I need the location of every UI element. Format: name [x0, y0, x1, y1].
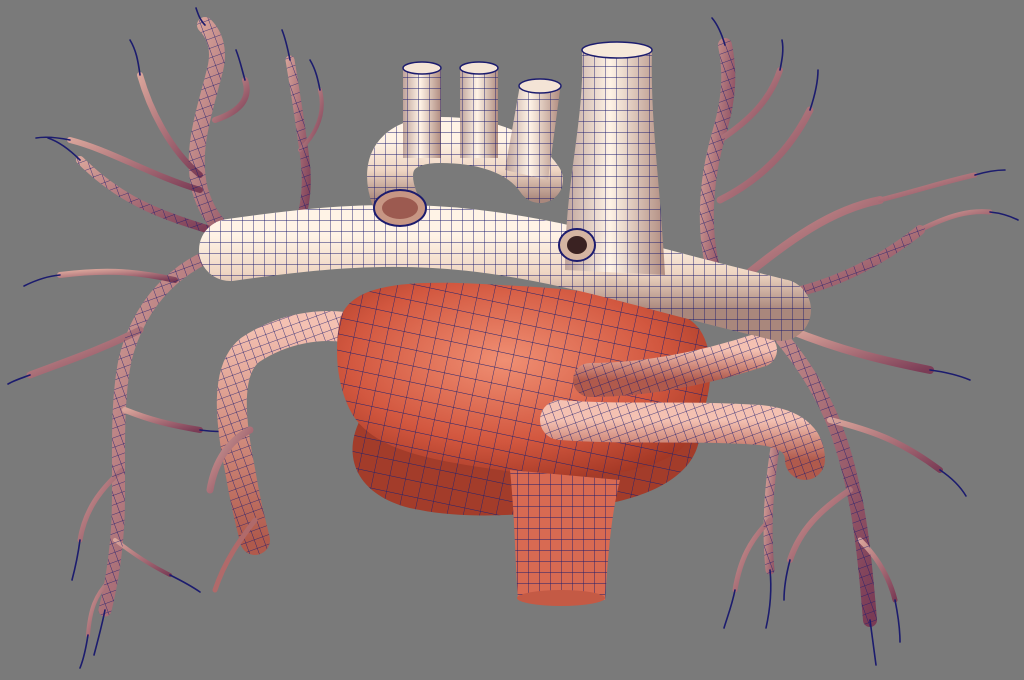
viewport-3d: [0, 0, 1024, 680]
heart-model-canvas: [0, 0, 1024, 680]
